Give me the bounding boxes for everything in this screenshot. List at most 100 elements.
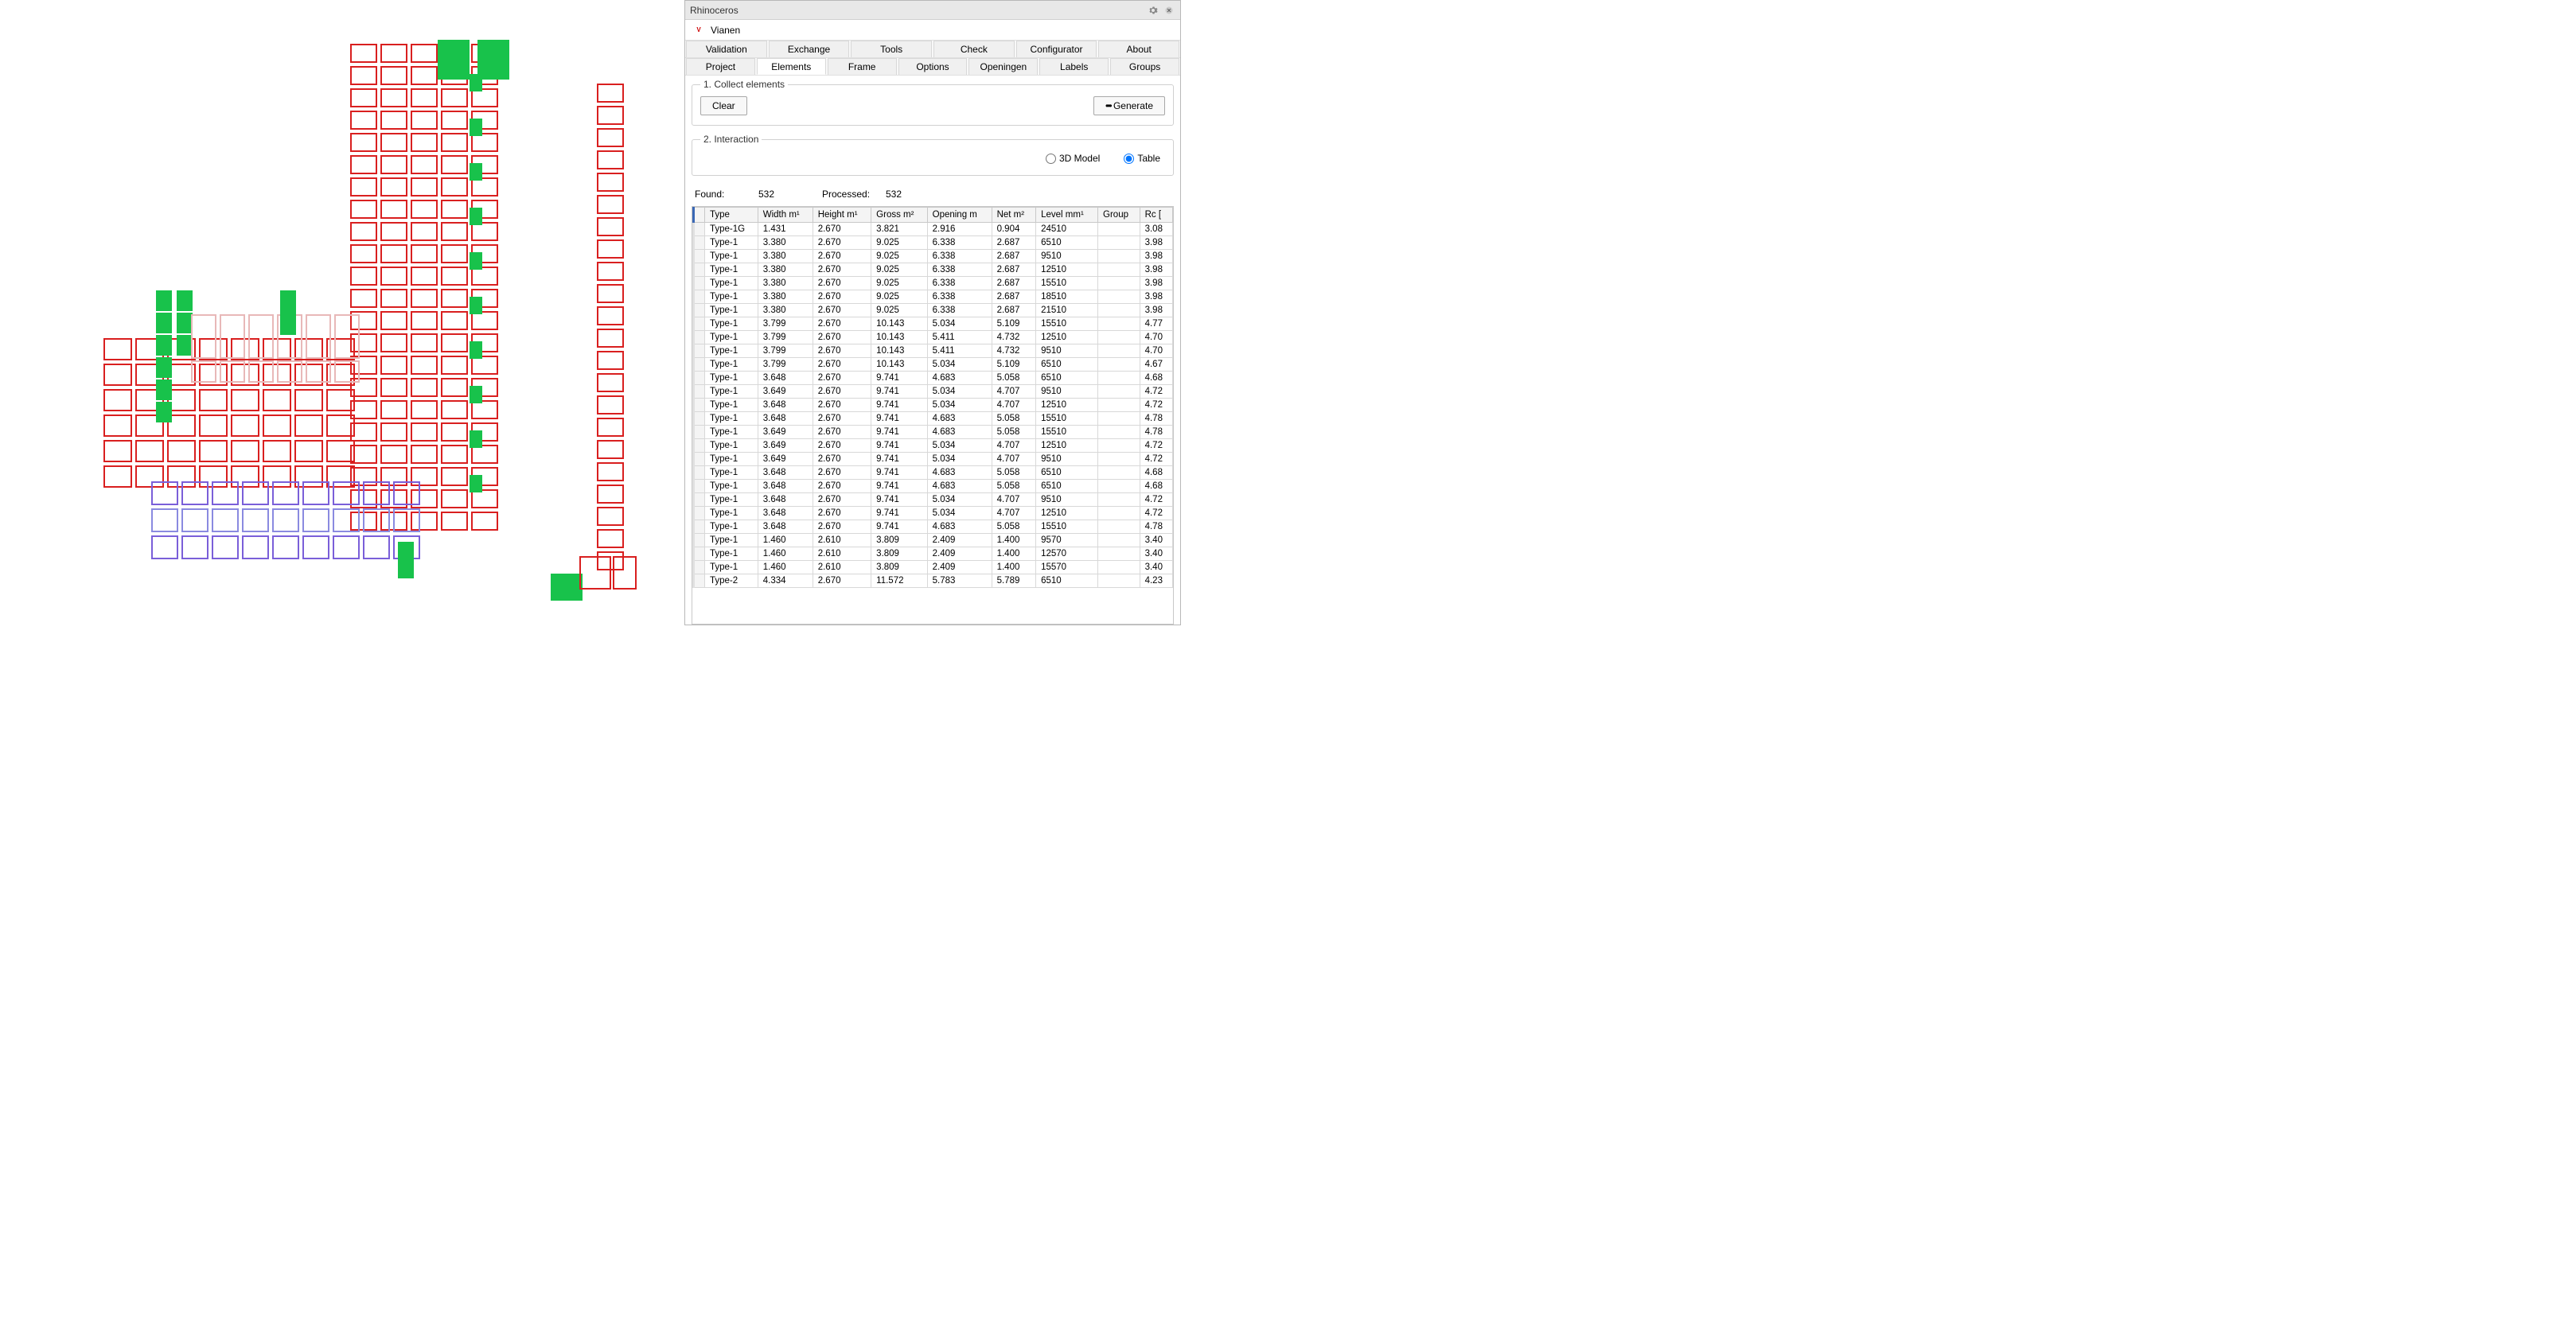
facade-panel — [333, 535, 360, 559]
column-header[interactable]: Opening m — [927, 208, 992, 223]
tab-about[interactable]: About — [1098, 41, 1179, 57]
tab-labels[interactable]: Labels — [1039, 58, 1109, 75]
radio-3d-model-input[interactable] — [1046, 154, 1056, 164]
column-header[interactable]: Group — [1098, 208, 1140, 223]
table-cell: 3.649 — [758, 453, 813, 466]
table-row[interactable]: Type-13.6482.6709.7414.6835.05865104.68 — [694, 466, 1173, 480]
tab-frame[interactable]: Frame — [828, 58, 897, 75]
table-row[interactable]: Type-13.6482.6709.7414.6835.05865104.68 — [694, 372, 1173, 385]
table-cell: 3.380 — [758, 290, 813, 304]
facade-panel — [398, 542, 414, 578]
titlebar[interactable]: Rhinoceros — [685, 1, 1180, 20]
table-row[interactable]: Type-11.4602.6103.8092.4091.40095703.40 — [694, 534, 1173, 547]
table-row[interactable]: Type-13.6482.6709.7414.6835.05865104.68 — [694, 480, 1173, 493]
table-cell: Type-1 — [705, 480, 758, 493]
tab-exchange[interactable]: Exchange — [769, 41, 850, 57]
facade-panel — [441, 356, 468, 375]
clear-button[interactable]: Clear — [700, 96, 747, 115]
tab-configurator[interactable]: Configurator — [1016, 41, 1097, 57]
table-cell — [1098, 507, 1140, 520]
table-row[interactable]: Type-13.7992.67010.1435.4114.732125104.7… — [694, 331, 1173, 344]
table-row[interactable]: Type-13.6482.6709.7414.6835.058155104.78 — [694, 520, 1173, 534]
table-row[interactable]: Type-13.6492.6709.7415.0344.707125104.72 — [694, 439, 1173, 453]
table-row[interactable]: Type-24.3342.67011.5725.7835.78965104.23 — [694, 574, 1173, 588]
facade-panel — [470, 341, 482, 359]
facade-panel — [156, 313, 172, 333]
table-row[interactable]: Type-13.6492.6709.7414.6835.058155104.78 — [694, 426, 1173, 439]
table-row[interactable]: Type-13.6482.6709.7415.0344.707125104.72 — [694, 399, 1173, 412]
table-row[interactable]: Type-13.6482.6709.7415.0344.70795104.72 — [694, 493, 1173, 507]
table-row[interactable]: Type-13.3802.6709.0256.3382.687155103.98 — [694, 277, 1173, 290]
table-cell: 4.683 — [927, 412, 992, 426]
gear-icon[interactable] — [1147, 4, 1159, 17]
table-cell: 1.431 — [758, 223, 813, 236]
tab-elements[interactable]: Elements — [757, 58, 826, 75]
tab-tools[interactable]: Tools — [851, 41, 932, 57]
table-row[interactable]: Type-13.3802.6709.0256.3382.687215103.98 — [694, 304, 1173, 317]
table-row[interactable]: Type-13.3802.6709.0256.3382.687125103.98 — [694, 263, 1173, 277]
facade-panel — [231, 389, 259, 411]
table-cell: 5.034 — [927, 507, 992, 520]
table-row[interactable]: Type-13.7992.67010.1435.0345.109155104.7… — [694, 317, 1173, 331]
project-name: Vianen — [711, 25, 740, 36]
table-row[interactable]: Type-13.6482.6709.7414.6835.058155104.78 — [694, 412, 1173, 426]
column-header[interactable]: Rc [ — [1140, 208, 1172, 223]
table-row[interactable]: Type-11.4602.6103.8092.4091.400125703.40 — [694, 547, 1173, 561]
table-cell: 10.143 — [871, 331, 927, 344]
column-header[interactable]: Type — [705, 208, 758, 223]
table-cell: 2.610 — [813, 534, 871, 547]
table-cell: 4.72 — [1140, 385, 1172, 399]
generate-button[interactable]: ••• Generate — [1093, 96, 1165, 115]
tab-check[interactable]: Check — [933, 41, 1015, 57]
table-cell: 3.380 — [758, 263, 813, 277]
tab-openingen[interactable]: Openingen — [968, 58, 1038, 75]
table-row[interactable]: Type-13.3802.6709.0256.3382.687185103.98 — [694, 290, 1173, 304]
column-header[interactable]: Net m² — [992, 208, 1036, 223]
table-row[interactable]: Type-13.7992.67010.1435.0345.10965104.67 — [694, 358, 1173, 372]
tab-validation[interactable]: Validation — [686, 41, 767, 57]
table-row[interactable]: Type-13.6492.6709.7415.0344.70795104.72 — [694, 453, 1173, 466]
column-header[interactable]: Level mm¹ — [1036, 208, 1098, 223]
table-cell: 4.707 — [992, 399, 1036, 412]
collect-elements-section: 1. Collect elements Clear ••• Generate — [692, 79, 1174, 126]
facade-panel — [393, 481, 420, 505]
3d-viewport[interactable] — [0, 0, 684, 625]
column-header[interactable]: Gross m² — [871, 208, 927, 223]
facade-panel — [181, 535, 208, 559]
radio-3d-model[interactable]: 3D Model — [1046, 153, 1100, 164]
table-row[interactable]: Type-1G1.4312.6703.8212.9160.904245103.0… — [694, 223, 1173, 236]
table-row[interactable]: Type-13.6492.6709.7415.0344.70795104.72 — [694, 385, 1173, 399]
table-cell: 6510 — [1036, 574, 1098, 588]
table-cell: 12510 — [1036, 439, 1098, 453]
column-header[interactable]: Width m¹ — [758, 208, 813, 223]
radio-table-input[interactable] — [1124, 154, 1134, 164]
tab-options[interactable]: Options — [898, 58, 968, 75]
facade-panel — [156, 357, 172, 378]
table-row[interactable]: Type-13.3802.6709.0256.3382.68765103.98 — [694, 236, 1173, 250]
tab-groups[interactable]: Groups — [1110, 58, 1179, 75]
tab-project[interactable]: Project — [686, 58, 755, 75]
facade-panel — [597, 373, 624, 392]
facade-panel — [263, 414, 291, 437]
facade-panel — [177, 313, 193, 333]
table-cell: 5.411 — [927, 331, 992, 344]
elements-table-container[interactable]: TypeWidth m¹Height m¹Gross m²Opening mNe… — [692, 206, 1174, 625]
facade-panel — [441, 244, 468, 263]
facade-panel — [411, 88, 438, 107]
table-row[interactable]: Type-13.3802.6709.0256.3382.68795103.98 — [694, 250, 1173, 263]
table-cell: 2.670 — [813, 331, 871, 344]
table-cell: 21510 — [1036, 304, 1098, 317]
column-header[interactable]: Height m¹ — [813, 208, 871, 223]
table-cell: 4.78 — [1140, 426, 1172, 439]
table-cell: 5.411 — [927, 344, 992, 358]
table-cell: Type-1 — [705, 520, 758, 534]
table-row[interactable]: Type-11.4602.6103.8092.4091.400155703.40 — [694, 561, 1173, 574]
table-row[interactable]: Type-13.7992.67010.1435.4114.73295104.70 — [694, 344, 1173, 358]
table-cell: Type-1 — [705, 277, 758, 290]
close-icon[interactable] — [1163, 4, 1175, 17]
radio-table[interactable]: Table — [1124, 153, 1160, 164]
facade-panel — [334, 360, 360, 383]
table-row[interactable]: Type-13.6482.6709.7415.0344.707125104.72 — [694, 507, 1173, 520]
table-cell: 2.670 — [813, 426, 871, 439]
table-cell: 5.783 — [927, 574, 992, 588]
